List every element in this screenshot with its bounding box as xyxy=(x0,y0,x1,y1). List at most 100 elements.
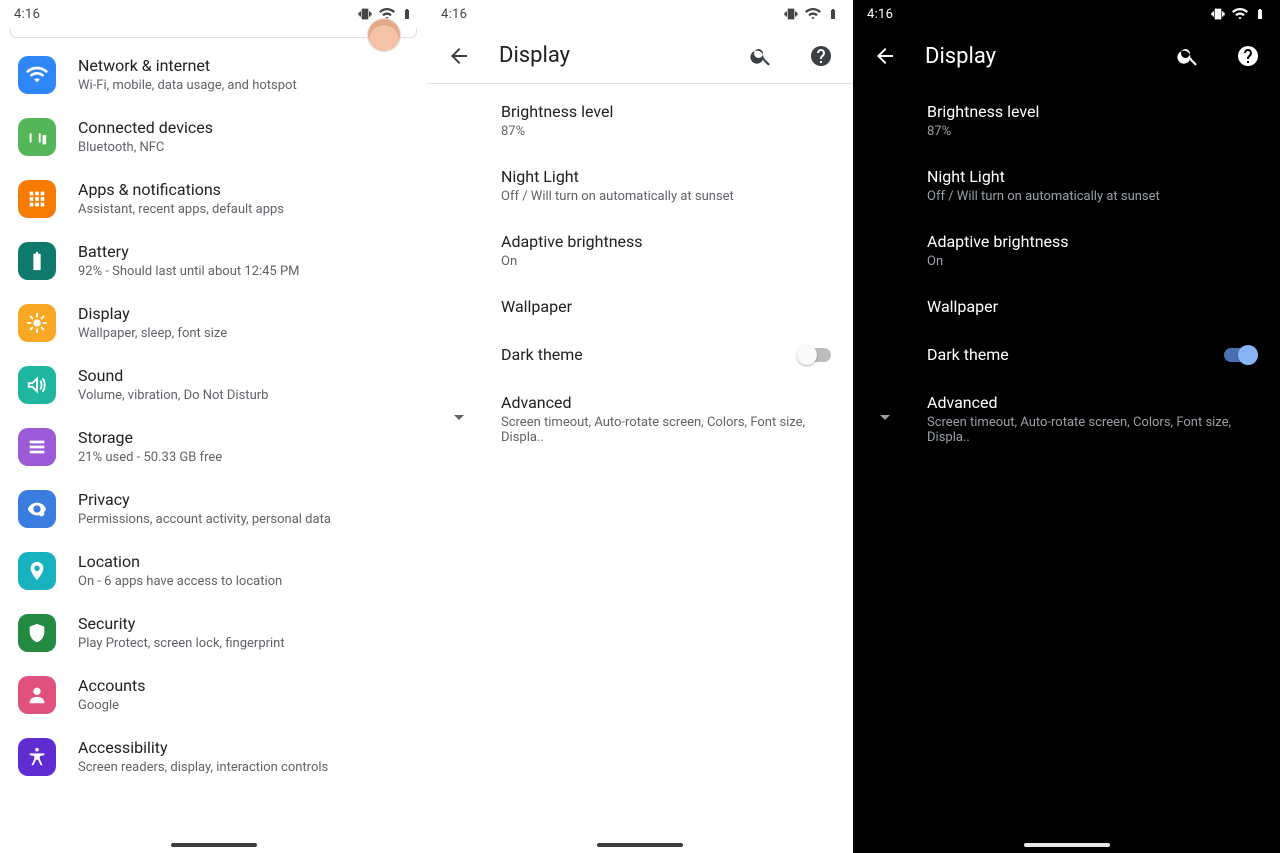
back-button[interactable] xyxy=(439,36,479,76)
settings-item-title: Apps & notifications xyxy=(78,180,284,200)
settings-item-title: Network & internet xyxy=(78,56,297,76)
display-item-title: Brightness level xyxy=(927,102,1039,122)
settings-list: Network & internetWi-Fi, mobile, data us… xyxy=(0,38,427,788)
display-item-brightness[interactable]: Brightness level87% xyxy=(853,88,1280,153)
settings-item-subtitle: On - 6 apps have access to location xyxy=(78,574,282,589)
battery-icon xyxy=(401,6,413,22)
display-item-title: Advanced xyxy=(927,393,1262,413)
battery-icon xyxy=(18,242,56,280)
settings-item-title: Security xyxy=(78,614,285,634)
nav-pill[interactable] xyxy=(1024,843,1110,847)
settings-item-subtitle: 21% used - 50.33 GB free xyxy=(78,450,222,465)
settings-item-title: Battery xyxy=(78,242,300,262)
settings-item-title: Privacy xyxy=(78,490,331,510)
profile-avatar[interactable] xyxy=(367,18,401,52)
settings-item-subtitle: Bluetooth, NFC xyxy=(78,140,213,155)
display-item-adaptive[interactable]: Adaptive brightnessOn xyxy=(427,218,853,283)
security-icon xyxy=(18,614,56,652)
display-item-title: Wallpaper xyxy=(501,297,572,317)
display-panel-light: 4:16 Display Brightness level87%Night Li… xyxy=(427,0,853,853)
settings-root-panel: 4:16 Network & internetWi-Fi, mobile, da… xyxy=(0,0,427,853)
help-button[interactable] xyxy=(801,36,841,76)
display-item-title: Wallpaper xyxy=(927,297,998,317)
battery-icon xyxy=(1254,6,1266,22)
nav-pill[interactable] xyxy=(171,843,257,847)
display-panel-dark: 4:16 Display Brightness level87%Night Li… xyxy=(853,0,1280,853)
display-item-subtitle: Off / Will turn on automatically at suns… xyxy=(501,189,734,204)
display-item-darktheme[interactable]: Dark theme xyxy=(853,331,1280,379)
settings-item-display[interactable]: Display Wallpaper, sleep, font size xyxy=(0,292,427,354)
display-item-title: Brightness level xyxy=(501,102,613,122)
battery-icon xyxy=(827,6,839,22)
display-item-subtitle: On xyxy=(927,254,1069,269)
display-item-title: Adaptive brightness xyxy=(927,232,1069,252)
status-bar: 4:16 xyxy=(0,0,427,28)
settings-item-subtitle: 92% - Should last until about 12:45 PM xyxy=(78,264,300,279)
page-title: Display xyxy=(925,44,1148,69)
settings-item-privacy[interactable]: Privacy Permissions, account activity, pe… xyxy=(0,478,427,540)
display-item-subtitle: Off / Will turn on automatically at suns… xyxy=(927,189,1160,204)
display-item-title: Advanced xyxy=(501,393,835,413)
search-button[interactable] xyxy=(1168,36,1208,76)
storage-icon xyxy=(18,428,56,466)
vibrate-icon xyxy=(357,6,373,22)
settings-item-location[interactable]: Location On - 6 apps have access to locat… xyxy=(0,540,427,602)
search-icon xyxy=(1176,44,1200,68)
settings-item-subtitle: Permissions, account activity, personal … xyxy=(78,512,331,527)
search-button[interactable] xyxy=(741,36,781,76)
help-button[interactable] xyxy=(1228,36,1268,76)
settings-item-subtitle: Play Protect, screen lock, fingerprint xyxy=(78,636,285,651)
display-item-title: Dark theme xyxy=(501,345,583,365)
status-bar: 4:16 xyxy=(427,0,853,28)
display-item-subtitle: On xyxy=(501,254,643,269)
display-item-adaptive[interactable]: Adaptive brightness On xyxy=(853,218,1280,283)
settings-item-title: Location xyxy=(78,552,282,572)
nav-pill[interactable] xyxy=(597,843,683,847)
sound-icon xyxy=(18,366,56,404)
settings-item-storage[interactable]: Storage21% used - 50.33 GB free xyxy=(0,416,427,478)
vibrate-icon xyxy=(783,6,799,22)
display-item-subtitle: Screen timeout, Auto-rotate screen, Colo… xyxy=(927,415,1262,445)
display-item-nightlight[interactable]: Night LightOff / Will turn on automatica… xyxy=(853,153,1280,218)
settings-item-title: Accounts xyxy=(78,676,145,696)
settings-item-connected-devices[interactable]: Connected devicesBluetooth, NFC xyxy=(0,106,427,168)
display-item-brightness[interactable]: Brightness level 87% xyxy=(427,88,853,153)
status-time: 4:16 xyxy=(441,7,467,22)
settings-item-security[interactable]: Security Play Protect, screen lock, finge… xyxy=(0,602,427,664)
display-item-advanced[interactable]: AdvancedScreen timeout, Auto-rotate scre… xyxy=(427,379,853,459)
display-item-wallpaper[interactable]: Wallpaper xyxy=(853,283,1280,331)
wifi-icon xyxy=(1232,6,1248,22)
settings-item-title: Display xyxy=(78,304,227,324)
settings-item-sound[interactable]: SoundVolume, vibration, Do Not Disturb xyxy=(0,354,427,416)
display-item-wallpaper[interactable]: Wallpaper xyxy=(427,283,853,331)
display-item-advanced[interactable]: AdvancedScreen timeout, Auto-rotate scre… xyxy=(853,379,1280,459)
accessibility-icon xyxy=(18,738,56,776)
back-button[interactable] xyxy=(865,36,905,76)
status-time: 4:16 xyxy=(867,7,893,22)
settings-item-accounts[interactable]: Accounts Google xyxy=(0,664,427,726)
back-icon xyxy=(447,44,471,68)
settings-item-accessibility[interactable]: AccessibilityScreen readers, display, in… xyxy=(0,726,427,788)
settings-item-subtitle: Google xyxy=(78,698,145,713)
display-settings-list: Brightness level87%Night LightOff / Will… xyxy=(853,84,1280,459)
display-item-subtitle: 87% xyxy=(501,124,613,139)
settings-item-title: Accessibility xyxy=(78,738,328,758)
display-item-title: Night Light xyxy=(501,167,734,187)
help-icon xyxy=(1236,44,1260,68)
settings-item-title: Sound xyxy=(78,366,268,386)
dark-theme-switch[interactable] xyxy=(797,345,831,365)
search-icon xyxy=(749,44,773,68)
wifi-icon xyxy=(805,6,821,22)
accounts-icon xyxy=(18,676,56,714)
settings-item-battery[interactable]: Battery 92% - Should last until about 12:… xyxy=(0,230,427,292)
display-item-nightlight[interactable]: Night Light Off / Will turn on automatica… xyxy=(427,153,853,218)
display-settings-list: Brightness level 87% Night Light Off / Will… xyxy=(427,84,853,459)
brightness-icon xyxy=(18,304,56,342)
settings-item-apps-notifications[interactable]: Apps & notificationsAssistant, recent ap… xyxy=(0,168,427,230)
vibrate-icon xyxy=(1210,6,1226,22)
dark-theme-switch[interactable] xyxy=(1224,345,1258,365)
settings-item-network-internet[interactable]: Network & internetWi-Fi, mobile, data us… xyxy=(0,44,427,106)
settings-item-subtitle: Wallpaper, sleep, font size xyxy=(78,326,227,341)
chevron-down-icon xyxy=(873,405,897,433)
display-item-darktheme[interactable]: Dark theme xyxy=(427,331,853,379)
